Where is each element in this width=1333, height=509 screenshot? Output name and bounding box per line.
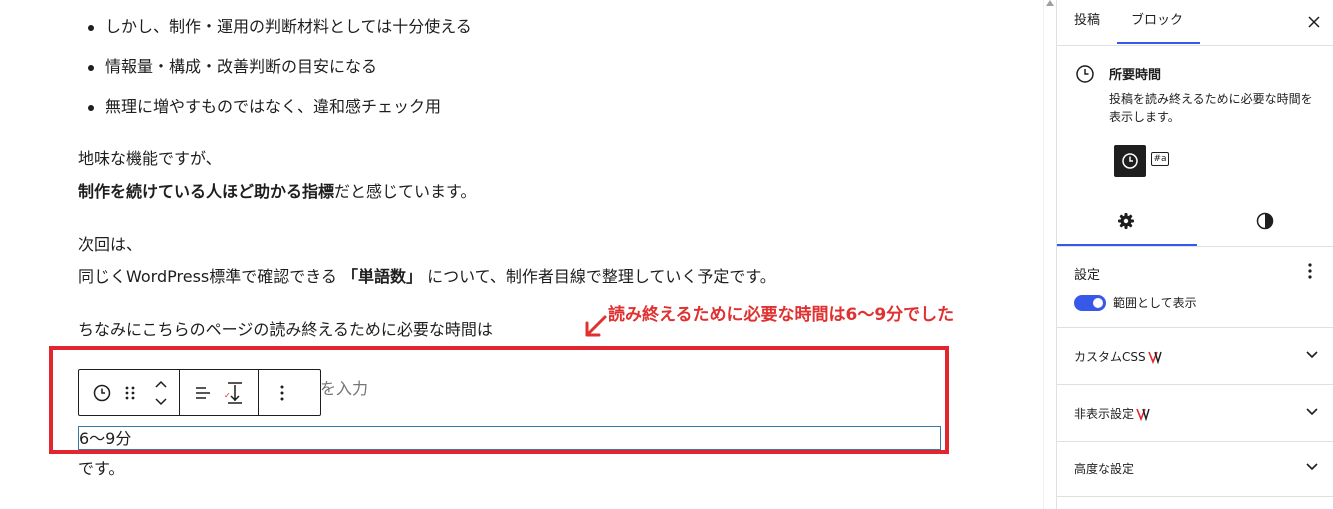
align-icon	[196, 386, 210, 399]
clock-icon	[1122, 153, 1138, 169]
block-toolbar: ✓	[78, 369, 321, 416]
more-options-icon	[280, 385, 284, 400]
plugin-badge-icon	[1147, 351, 1162, 365]
tab-post[interactable]: 投稿	[1074, 0, 1100, 45]
toolbar-group-format: ✓	[179, 370, 258, 415]
bullet-dot	[88, 65, 94, 71]
panel-title: 高度な設定	[1074, 460, 1134, 477]
annotation-arrow-icon	[585, 315, 607, 337]
toolbar-group-more	[258, 370, 297, 415]
active-tab-indicator	[1117, 42, 1200, 44]
paragraph-line[interactable]: 制作を続けている人ほど助かる指標だと感じています。	[78, 182, 476, 202]
paragraph-line[interactable]: 次回は、	[78, 235, 142, 255]
plugin-badge-icon	[1136, 408, 1150, 422]
toggle-label: 範囲として表示	[1113, 296, 1197, 310]
options-menu-icon[interactable]	[1302, 261, 1318, 281]
bullet-dot	[88, 25, 94, 31]
bold-text: 「単語数」	[342, 267, 423, 286]
annotation-text: 読み終えるために必要な時間は6〜9分でした	[608, 305, 955, 325]
gear-icon	[1118, 213, 1134, 229]
tab-block[interactable]: ブロック	[1131, 0, 1183, 45]
move-arrows-icon	[155, 380, 167, 405]
panel-title: 非表示設定	[1074, 405, 1150, 422]
clock-icon	[93, 384, 111, 401]
height-icon: ✓	[224, 381, 242, 404]
block-title: 所要時間	[1109, 68, 1162, 83]
drag-handle[interactable]	[117, 370, 143, 415]
move-up-down-button[interactable]	[143, 370, 179, 415]
toolbar-group-block	[79, 370, 179, 415]
range-toggle[interactable]	[1074, 295, 1106, 311]
panel-title: カスタムCSS	[1074, 348, 1162, 365]
block-type-button[interactable]	[87, 370, 117, 415]
style-clock-button[interactable]	[1114, 145, 1146, 177]
clock-icon	[1076, 65, 1094, 83]
block-placeholder[interactable]: を入力	[320, 375, 368, 399]
list-item-text[interactable]: 無理に増やすものではなく、違和感チェック用	[105, 97, 441, 117]
chevron-down-icon	[1306, 351, 1318, 359]
tab-styles[interactable]	[1196, 198, 1333, 244]
panel-label: 非表示設定	[1074, 407, 1135, 421]
paragraph-text: について、制作者目線で整理していく予定です。	[427, 267, 776, 286]
chevron-down-icon	[1306, 463, 1318, 471]
tab-settings[interactable]	[1057, 198, 1195, 244]
list-item-text[interactable]: 情報量・構成・改善判断の目安になる	[105, 57, 377, 77]
close-icon[interactable]	[1302, 10, 1326, 34]
scrollbar[interactable]	[1043, 0, 1057, 509]
settings-sidebar: 投稿 ブロック 所要時間 投稿を読み終えるために必要な時間を表示します。 #a …	[1056, 0, 1333, 509]
paragraph-line[interactable]: ちなみにこちらのページの読み終えるために必要な時間は	[78, 320, 493, 340]
paragraph-text: だと感じています。	[334, 182, 477, 201]
paragraph-text: 同じくWordPress標準で確認できる	[78, 267, 337, 286]
bold-text: 制作を続けている人ほど助かる指標	[78, 182, 335, 201]
block-description: 投稿を読み終えるために必要な時間を表示します。	[1109, 92, 1313, 124]
svg-text:✓: ✓	[224, 391, 231, 400]
reading-time-text: 6〜9分	[79, 429, 132, 448]
reading-time-value[interactable]: 6〜9分	[78, 426, 941, 450]
align-button[interactable]	[188, 370, 218, 415]
editor-canvas: しかし、制作・運用の判断材料としては十分使える 情報量・構成・改善判断の目安にな…	[0, 0, 1043, 509]
scroll-up-icon[interactable]	[1046, 0, 1054, 6]
contrast-icon	[1256, 212, 1274, 230]
drag-handle-icon	[125, 386, 135, 399]
inspector-tabs	[1057, 198, 1333, 247]
height-button[interactable]: ✓	[218, 370, 252, 415]
panel-advanced[interactable]: 高度な設定	[1057, 440, 1333, 497]
paragraph-line[interactable]: 地味な機能ですが、	[78, 149, 222, 169]
list-item-text[interactable]: しかし、制作・運用の判断材料としては十分使える	[105, 17, 472, 37]
panel-label: カスタムCSS	[1074, 350, 1146, 364]
settings-panel: 設定 範囲として表示	[1057, 247, 1333, 328]
style-number-button[interactable]: #a	[1151, 152, 1169, 166]
settings-title: 設定	[1074, 268, 1101, 283]
panel-label: 高度な設定	[1074, 462, 1135, 476]
paragraph-line[interactable]: です。	[78, 459, 124, 479]
chevron-down-icon	[1306, 408, 1318, 416]
active-subtab-indicator	[1057, 244, 1197, 246]
more-options-button[interactable]	[267, 370, 297, 415]
paragraph-line[interactable]: 同じくWordPress標準で確認できる 「単語数」 について、制作者目線で整理…	[78, 267, 776, 287]
sidebar-tabs: 投稿 ブロック	[1057, 0, 1333, 46]
bullet-dot	[88, 105, 94, 111]
panel-visibility[interactable]: 非表示設定	[1057, 385, 1333, 442]
panel-custom-css[interactable]: カスタムCSS	[1057, 328, 1333, 385]
